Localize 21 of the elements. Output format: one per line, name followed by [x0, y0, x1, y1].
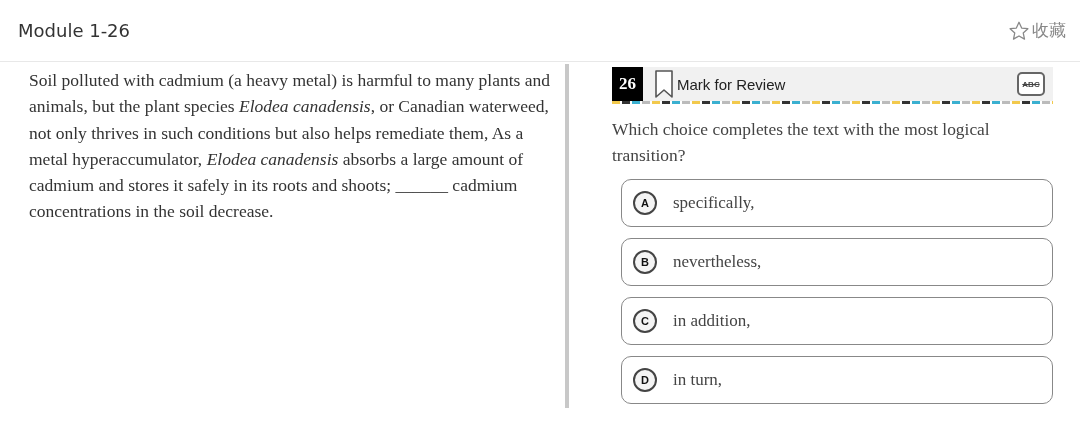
choice-letter: B	[633, 250, 657, 274]
answer-choice[interactable]: D in turn,	[621, 356, 1053, 404]
favorite-button[interactable]: 收藏	[1008, 19, 1066, 42]
star-icon	[1008, 19, 1030, 42]
answer-eliminator-button[interactable]: ABC	[1017, 72, 1045, 96]
bookmark-icon	[654, 69, 674, 99]
choice-letter: D	[633, 368, 657, 392]
passage-text: Soil polluted with cadmium (a heavy metal) is harmful to many plants and animals, but the plant species Elodea canadensis, or Canadian waterweed, not only thrives in such conditions but also helps remediate them, As a metal hyperaccumulator, Elodea canadensis absorbs a large amount of cadmium and stores it safely in its roots and shoots; ______ cadmium concentrations in the soil decrease.	[29, 69, 551, 224]
choice-letter: A	[633, 191, 657, 215]
question-prompt: Which choice completes the text with the most logical transition?	[612, 118, 991, 167]
choice-text: specifically,	[673, 193, 755, 213]
answer-choice[interactable]: A specifically,	[621, 179, 1053, 227]
question-number: 26	[612, 67, 643, 101]
choice-text: in turn,	[673, 370, 723, 390]
choice-letter: C	[633, 309, 657, 333]
mark-for-review-button[interactable]: Mark for Review	[643, 67, 786, 101]
module-title: Module 1-26	[18, 20, 131, 41]
answer-choice[interactable]: C in addition,	[621, 297, 1053, 345]
choice-text: nevertheless,	[673, 252, 762, 272]
choice-text: in addition,	[673, 311, 751, 331]
answer-choice[interactable]: B nevertheless,	[621, 238, 1053, 286]
